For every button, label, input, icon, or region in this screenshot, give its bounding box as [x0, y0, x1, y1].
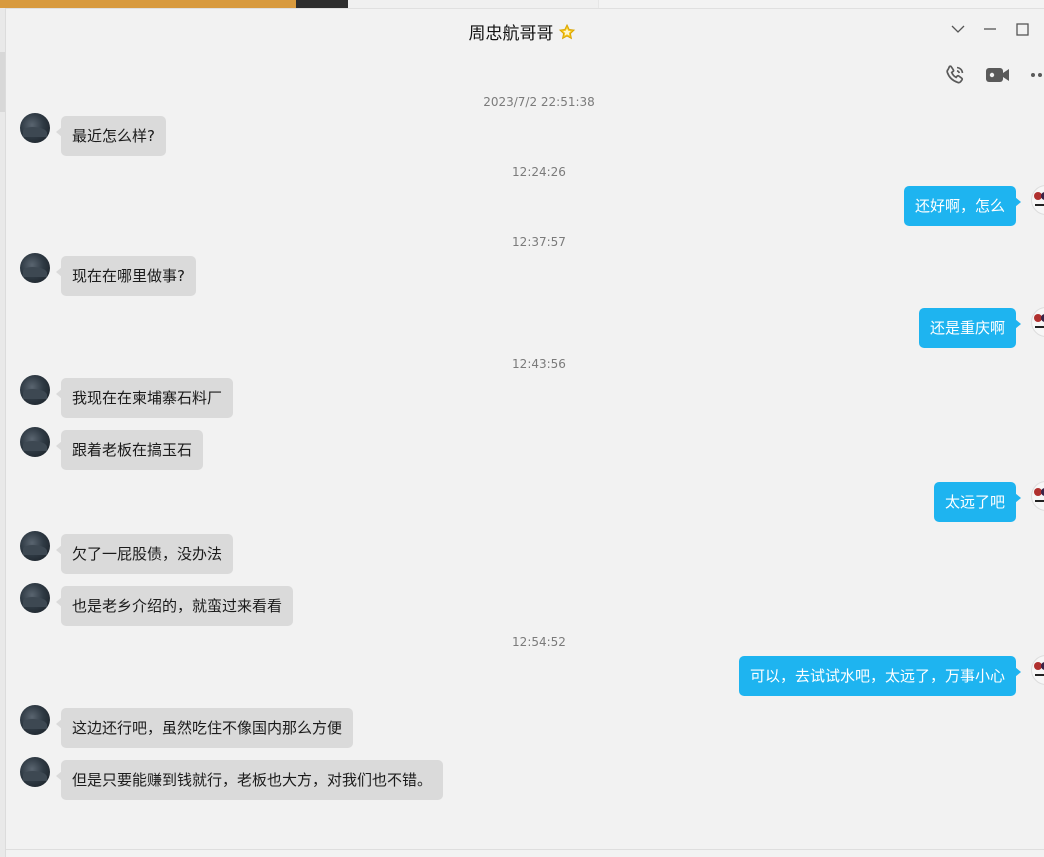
phone-icon[interactable]: [941, 62, 969, 88]
contact-avatar[interactable]: [20, 757, 50, 787]
contact-name: 周忠航哥哥: [468, 24, 554, 44]
incoming-message[interactable]: 跟着老板在搞玉石: [55, 430, 204, 470]
incoming-message[interactable]: 但是只要能赚到钱就行，老板也大方，对我们也不错。: [55, 760, 444, 800]
timestamp: 12:24:26: [512, 165, 566, 179]
timestamp: 12:54:52: [512, 635, 566, 649]
incoming-message[interactable]: 我现在在柬埔寨石料厂: [55, 378, 234, 418]
maximize-icon[interactable]: [1012, 19, 1032, 39]
contact-avatar[interactable]: [20, 113, 50, 143]
incoming-message[interactable]: 欠了一屁股债，没办法: [55, 534, 234, 574]
incoming-message[interactable]: 这边还行吧，虽然吃住不像国内那么方便: [55, 708, 354, 748]
minimize-icon[interactable]: [980, 19, 1000, 39]
timestamp: 12:37:57: [512, 235, 566, 249]
incoming-message[interactable]: 现在在哪里做事?: [56, 256, 196, 296]
incoming-message[interactable]: 也是老乡介绍的，就蛮过来看看: [55, 586, 294, 626]
incoming-message[interactable]: 最近怎么样?: [56, 116, 166, 156]
star-icon[interactable]: [558, 23, 576, 41]
more-icon[interactable]: [1026, 62, 1044, 88]
timestamp: 2023/7/2 22:51:38: [483, 95, 595, 109]
outgoing-message[interactable]: 还是重庆啊: [918, 308, 1022, 348]
contact-avatar[interactable]: [20, 427, 50, 457]
outgoing-message[interactable]: 还好啊，怎么: [903, 186, 1022, 226]
input-area-divider: [6, 849, 1044, 850]
my-avatar[interactable]: [1031, 307, 1044, 337]
left-panel-edge: [0, 8, 6, 857]
contact-avatar[interactable]: [20, 375, 50, 405]
chevron-down-icon[interactable]: [948, 19, 968, 39]
contact-avatar[interactable]: [20, 583, 50, 613]
contact-avatar[interactable]: [20, 253, 50, 283]
my-avatar[interactable]: [1031, 185, 1044, 215]
outgoing-message[interactable]: 太远了吧: [933, 482, 1022, 522]
contact-avatar[interactable]: [20, 705, 50, 735]
my-avatar[interactable]: [1031, 655, 1044, 685]
timestamp: 12:43:56: [512, 357, 566, 371]
outgoing-message[interactable]: 可以，去试试水吧，太远了，万事小心: [738, 656, 1022, 696]
chat-title: 周忠航哥哥: [0, 19, 1044, 44]
my-avatar[interactable]: [1031, 481, 1044, 511]
video-camera-icon[interactable]: [984, 62, 1012, 88]
contact-avatar[interactable]: [20, 531, 50, 561]
